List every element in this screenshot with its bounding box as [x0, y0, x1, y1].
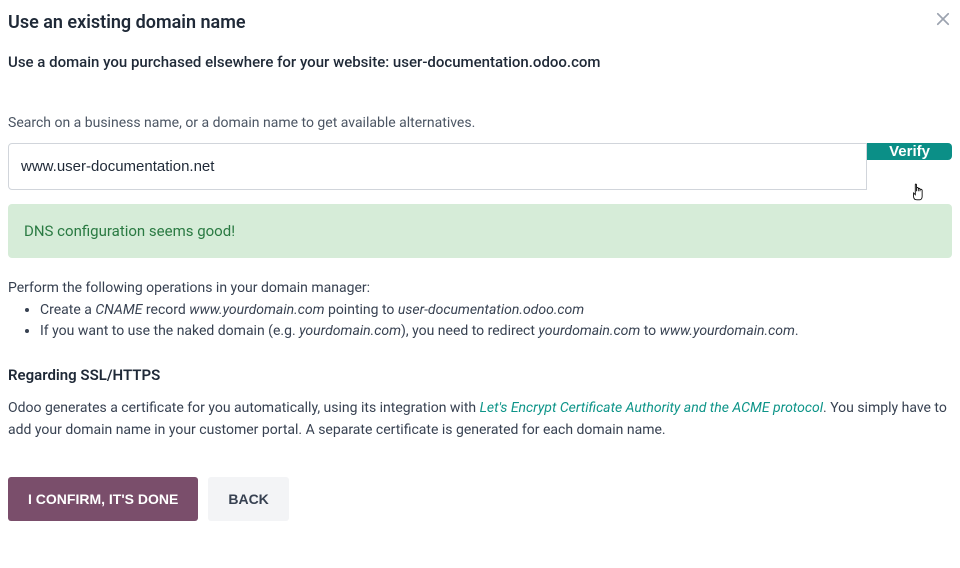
- domain-modal: Use an existing domain name Use a domain…: [8, 8, 952, 521]
- lets-encrypt-link[interactable]: Let's Encrypt Certificate Authority and …: [480, 400, 823, 416]
- verify-button[interactable]: Verify: [867, 143, 952, 160]
- modal-header: Use an existing domain name: [8, 8, 952, 45]
- page-title: Use an existing domain name: [8, 12, 246, 33]
- button-row: I CONFIRM, IT'S DONE BACK: [8, 477, 952, 521]
- instructions-lead: Perform the following operations in your…: [8, 280, 952, 296]
- instruction-item-naked: If you want to use the naked domain (e.g…: [40, 321, 952, 342]
- search-hint: Search on a business name, or a domain n…: [8, 115, 952, 131]
- intro-prefix: Use a domain you purchased elsewhere for…: [8, 53, 393, 71]
- ssl-heading: Regarding SSL/HTTPS: [8, 366, 952, 384]
- back-button[interactable]: BACK: [208, 477, 288, 521]
- close-button[interactable]: [934, 10, 952, 31]
- close-icon: [934, 16, 952, 31]
- domain-input[interactable]: [8, 143, 867, 190]
- ssl-text: Odoo generates a certificate for you aut…: [8, 398, 952, 441]
- intro-domain: user-documentation.odoo.com: [393, 53, 601, 71]
- verify-wrap: Verify: [867, 143, 952, 190]
- domain-input-row: Verify: [8, 143, 952, 190]
- instructions-list: Create a CNAME record www.yourdomain.com…: [8, 300, 952, 342]
- confirm-button[interactable]: I CONFIRM, IT'S DONE: [8, 477, 198, 521]
- intro-text: Use a domain you purchased elsewhere for…: [8, 53, 952, 71]
- dns-success-alert: DNS configuration seems good!: [8, 204, 952, 258]
- instruction-item-cname: Create a CNAME record www.yourdomain.com…: [40, 300, 952, 321]
